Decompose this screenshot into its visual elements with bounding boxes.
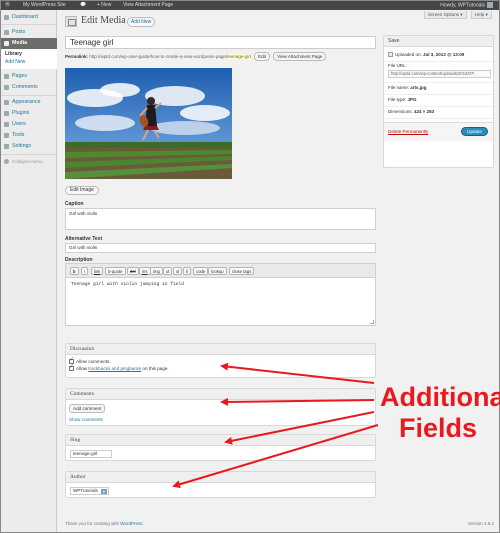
- annotation-line2: Fields: [398, 413, 478, 443]
- arrow-to-author: [172, 424, 379, 489]
- arrow-to-discussion: [220, 362, 375, 384]
- annotation-line1: Additional: [380, 382, 500, 412]
- arrow-to-slug: [224, 411, 375, 445]
- annotation-arrows: [172, 362, 379, 489]
- arrow-to-comments: [220, 397, 375, 406]
